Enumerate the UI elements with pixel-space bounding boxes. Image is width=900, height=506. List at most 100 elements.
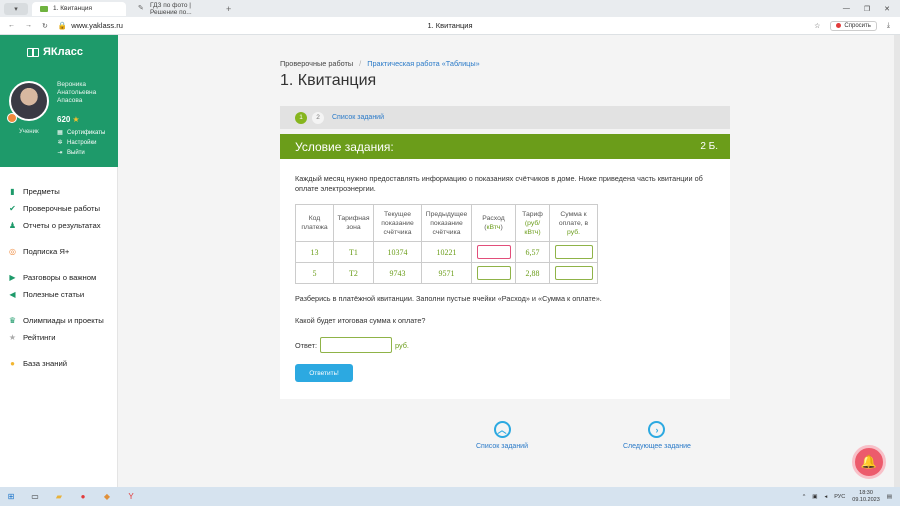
user-points: 620 ★ [57,115,80,124]
book-logo-icon [27,47,39,57]
usage-input-row1[interactable] [476,245,511,259]
page-title: 1. Квитанция [280,72,377,89]
megaphone-icon: ◀ [9,290,16,299]
windows-start-icon[interactable]: ⊞ [6,492,16,502]
language-indicator[interactable]: РУС [834,494,845,500]
close-window-button[interactable]: ✕ [884,5,890,13]
cell-current: 9743 [373,262,422,284]
next-task-button[interactable]: › Следующее задание [623,421,691,450]
step-2[interactable]: 2 [312,111,324,124]
cell-usage [471,262,516,284]
subscription-icon: ◎ [9,247,16,256]
back-icon[interactable]: ← [8,22,15,29]
cell-zone: Т1 [333,241,374,263]
notifications-icon[interactable]: ▤ [887,494,892,500]
lock-icon: 🔒 [57,21,68,30]
table-row: 13 Т1 10374 10221 6,57 [295,241,598,263]
task-list-link[interactable]: Список заданий [332,114,384,121]
trophy-icon: ♛ [8,316,17,325]
clock[interactable]: 18:30 09.10.2023 [852,490,880,504]
header-sum: Сумма к оплате, в руб. [549,204,598,242]
certificates-link[interactable]: ▦ Сертификаты [57,128,105,138]
header-tariff: Тариф (руб/ кВтч) [515,204,550,242]
bookmark-icon[interactable]: ☆ [814,22,820,30]
cell-usage [471,241,516,263]
check-circle-icon: ✔ [9,204,16,213]
file-explorer-icon[interactable]: ▰ [54,492,64,502]
cell-code: 13 [295,241,334,263]
tab-kvitanciya[interactable]: 1. Квитанция [32,1,126,16]
header-code: Код платежа [295,204,334,242]
task-steps: 1 2 Список заданий [280,106,730,129]
submit-button[interactable]: Ответить! [295,364,353,382]
answer-row: Ответ: руб. [295,337,409,353]
sidebar-header: ЯКласс Вероника Анатольевна Апасова 620 … [0,35,118,167]
sidebar-item-tests[interactable]: ✔ Проверочные работы [8,200,116,217]
certificate-icon: ▦ [57,130,63,136]
new-tab-button[interactable]: + [226,4,231,14]
cell-sum [549,262,598,284]
tab-gdz[interactable]: ✎ ГДЗ по фото | Решение по... [130,2,222,16]
header-current: Текущее показание счётчика [373,204,422,242]
cell-tariff: 6,57 [515,241,550,263]
breadcrumb-tests[interactable]: Проверочные работы [280,59,353,68]
sum-input-row1[interactable] [554,245,593,259]
lightbulb-icon: ● [10,359,15,368]
logout-link[interactable]: ⇥ Выйти [57,148,105,158]
sidebar-item-subscription[interactable]: ◎ Подписка Я+ [8,243,116,260]
sidebar-item-subjects[interactable]: ▮ Предметы [8,183,116,200]
usage-input-row2[interactable] [476,266,511,280]
task-score: 2 Б. [700,141,718,152]
sidebar-item-articles[interactable]: ◀ Полезные статьи [8,286,116,303]
breadcrumb-practice-work[interactable]: Практическая работа «Таблицы» [367,59,479,68]
cell-current: 10374 [373,241,422,263]
user-name: Вероника Анатольевна Апасова [57,81,97,104]
maximize-button[interactable]: ❐ [864,5,870,13]
sidebar-item-olympiads[interactable]: ♛ Олимпиады и проекты [8,312,116,329]
network-icon[interactable]: ▣ [812,494,817,500]
sidebar-item-knowledge-base[interactable]: ● База знаний [8,355,116,372]
tab-menu-button[interactable]: ▾ [4,2,28,15]
star-icon: ★ [8,333,17,342]
task-description: Каждый месяц нужно предоставлять информа… [295,174,703,193]
task-view-icon[interactable]: ▭ [30,492,40,502]
minimize-button[interactable]: — [843,5,850,13]
system-tray: ^ ▣ ◂ РУС 18:30 09.10.2023 ▤ [803,490,900,504]
notification-bell-icon[interactable]: 🔔 [852,445,886,479]
download-icon[interactable]: ⤓ [887,22,890,30]
yaklass-logo[interactable]: ЯКласс [27,46,83,58]
settings-link[interactable]: ✲ Настройки [57,138,105,148]
breadcrumb-separator: / [359,59,362,68]
page-scrollbar[interactable] [894,35,900,487]
cell-previous: 10221 [421,241,472,263]
header-usage: Расход (кВтч) [471,204,516,242]
exit-icon: ⇥ [57,150,63,156]
sidebar: ЯКласс Вероника Анатольевна Апасова 620 … [0,35,118,487]
user-links: ▦ Сертификаты ✲ Настройки ⇥ Выйти [57,128,105,158]
address-bar: ← → ↻ 🔒 www.yaklass.ru 1. Квитанция ☆ Сп… [0,17,900,35]
yandex-browser-icon[interactable]: Y [126,492,136,502]
main-content: Проверочные работы / Практическая работа… [118,35,894,487]
step-1[interactable]: 1 [295,111,307,124]
gear-icon: ✲ [57,140,63,146]
ask-button[interactable]: Спросить [830,20,877,31]
header-zone: Тарифная зона [333,204,374,242]
gallery-icon[interactable]: ◆ [102,492,112,502]
url-field[interactable]: 🔒 www.yaklass.ru [58,21,123,30]
sum-input-row2[interactable] [554,266,593,280]
address-bar-tools: ☆ Спросить ⤓ [814,20,900,31]
chevron-up-icon: ︿ [493,421,511,438]
yandex-app-icon[interactable]: ● [78,492,88,502]
answer-input[interactable] [320,337,392,353]
bar-chart-icon: ▮ [10,187,15,196]
sidebar-item-reports[interactable]: ♟ Отчеты о результатах [8,217,116,234]
volume-icon[interactable]: ◂ [824,494,827,500]
bottom-task-list-button[interactable]: ︿ Список заданий [476,421,528,450]
sidebar-item-ratings[interactable]: ★ Рейтинги [8,329,116,346]
reload-icon[interactable]: ↻ [42,22,48,30]
sidebar-item-talks[interactable]: ▶ Разговоры о важном [8,269,116,286]
task-card: Условие задания: 2 Б. Каждый месяц нужно… [280,134,730,399]
coin-icon: ★ [72,115,80,124]
forward-icon[interactable]: → [25,22,32,29]
tray-arrow-icon[interactable]: ^ [803,494,806,500]
